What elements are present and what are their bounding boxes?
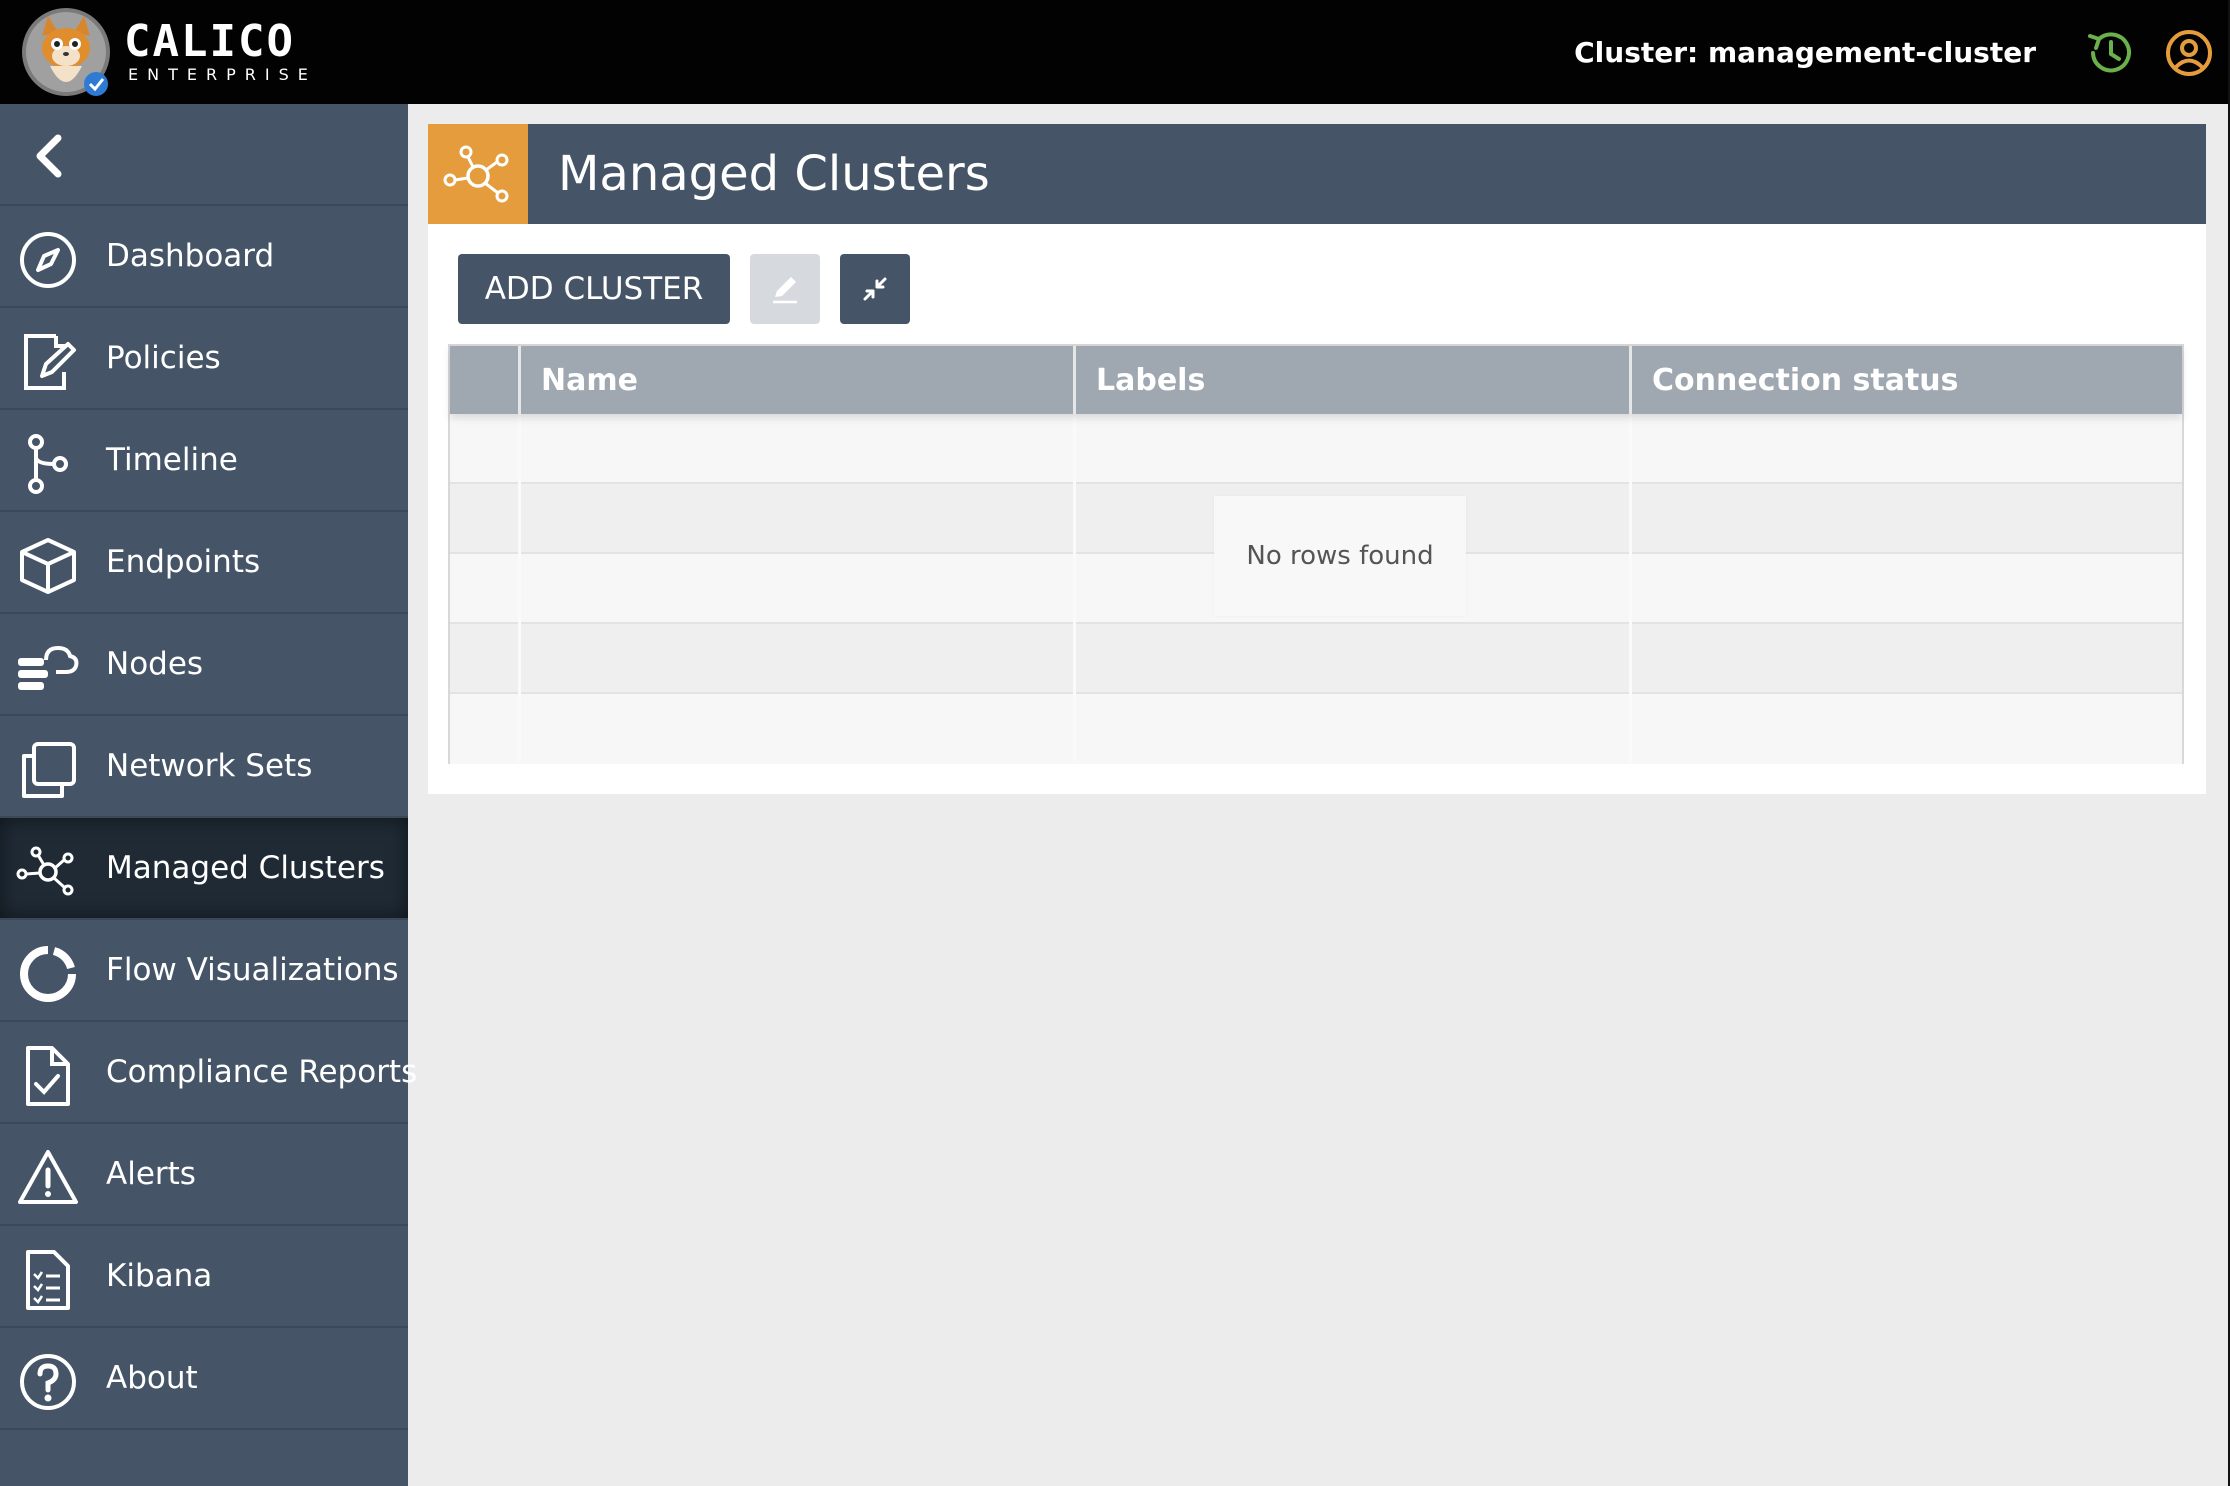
table-row (450, 624, 2182, 694)
sidebar-collapse-button[interactable] (0, 104, 408, 206)
compass-icon (20, 232, 76, 288)
sidebar-item-label: Dashboard (106, 238, 275, 274)
sidebar: Dashboard Policies Timeline Endpoints No… (0, 104, 417, 1486)
panel-header: Managed Clusters (428, 124, 2206, 224)
table-header: Name Labels Connection status (450, 346, 2182, 414)
sidebar-item-label: Alerts (106, 1156, 196, 1192)
calico-cat-logo-icon (22, 8, 110, 96)
column-header-select[interactable] (450, 346, 521, 414)
user-icon[interactable] (2162, 26, 2216, 80)
compress-icon (863, 277, 887, 301)
add-cluster-button[interactable]: ADD CLUSTER (458, 254, 730, 324)
sidebar-item-alerts[interactable]: Alerts (0, 1124, 408, 1226)
checklist-icon (26, 1250, 70, 1310)
sidebar-item-label: Kibana (106, 1258, 213, 1294)
managed-clusters-panel: Managed Clusters ADD CLUSTER Name Labels… (428, 124, 2206, 794)
table-row (450, 414, 2182, 484)
sidebar-item-nodes[interactable]: Nodes (0, 614, 408, 716)
sidebar-item-about[interactable]: About (0, 1328, 408, 1430)
donut-icon (20, 946, 76, 1002)
cluster-label[interactable]: Cluster: management-cluster (1574, 36, 2036, 69)
column-divider (1073, 414, 1076, 762)
sidebar-item-timeline[interactable]: Timeline (0, 410, 408, 512)
cluster-network-icon (16, 846, 74, 896)
cloud-server-icon (18, 645, 79, 690)
sidebar-item-label: Nodes (106, 646, 204, 682)
sidebar-item-network-sets[interactable]: Network Sets (0, 716, 408, 818)
document-edit-icon (24, 334, 76, 390)
panel-title-icon-box (428, 124, 528, 224)
column-header-name[interactable]: Name (521, 346, 1076, 414)
table-row (450, 694, 2182, 764)
column-header-labels[interactable]: Labels (1076, 346, 1632, 414)
column-divider (518, 414, 521, 762)
brand-name: CALICO (124, 16, 295, 67)
history-icon[interactable] (2084, 26, 2138, 80)
column-header-connection-status[interactable]: Connection status (1632, 346, 2182, 414)
sidebar-item-label: Network Sets (106, 748, 313, 784)
sidebar-item-label: Endpoints (106, 544, 261, 580)
cluster-network-icon (443, 145, 509, 203)
clusters-table: Name Labels Connection status No rows fo… (448, 344, 2184, 764)
sidebar-item-flow-visualizations[interactable]: Flow Visualizations (0, 920, 408, 1022)
column-divider (1629, 414, 1632, 762)
copy-icon (22, 742, 76, 798)
cube-icon (20, 538, 76, 594)
no-rows-message: No rows found (1214, 496, 1466, 616)
brand-text: CALICO ENTERPRISE (124, 19, 317, 85)
branch-icon (28, 434, 68, 494)
sidebar-item-label: Managed Clusters (106, 850, 385, 886)
sidebar-item-label: Compliance Reports (106, 1054, 418, 1090)
sidebar-item-compliance-reports[interactable]: Compliance Reports (0, 1022, 417, 1124)
chevron-left-icon (36, 134, 62, 178)
warning-triangle-icon (18, 1150, 78, 1204)
compress-button[interactable] (840, 254, 910, 324)
document-check-icon (26, 1046, 70, 1106)
sidebar-item-label: Policies (106, 340, 221, 376)
sidebar-item-label: About (106, 1360, 198, 1396)
brand-sub: ENTERPRISE (128, 65, 317, 84)
edit-button[interactable] (750, 254, 820, 324)
question-circle-icon (20, 1354, 76, 1410)
sidebar-item-dashboard[interactable]: Dashboard (0, 206, 408, 308)
sidebar-item-managed-clusters[interactable]: Managed Clusters (0, 818, 408, 920)
sidebar-item-policies[interactable]: Policies (0, 308, 408, 410)
top-bar: CALICO ENTERPRISE Cluster: management-cl… (0, 0, 2230, 1486)
sidebar-item-endpoints[interactable]: Endpoints (0, 512, 408, 614)
calico-logo[interactable]: CALICO ENTERPRISE (20, 6, 317, 98)
sidebar-item-label: Flow Visualizations (106, 952, 399, 988)
sidebar-item-label: Timeline (106, 442, 238, 478)
sidebar-item-kibana[interactable]: Kibana (0, 1226, 408, 1328)
pencil-icon (773, 277, 797, 304)
page-title: Managed Clusters (558, 146, 990, 202)
